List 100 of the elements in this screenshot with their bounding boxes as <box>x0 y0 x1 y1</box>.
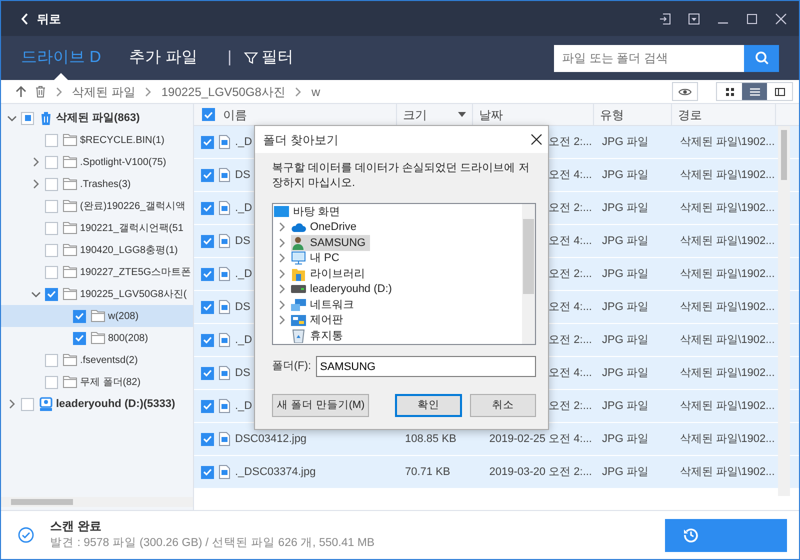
folder-field[interactable]: SAMSUNG <box>316 356 536 377</box>
checkbox[interactable] <box>21 112 34 124</box>
checkbox[interactable] <box>45 376 58 388</box>
tab[interactable]: 추가 파일 <box>129 36 198 80</box>
checkbox[interactable] <box>201 334 214 346</box>
column-header[interactable]: 경로 <box>672 104 776 125</box>
chevron-icon[interactable] <box>7 113 17 123</box>
scrollbar-thumb[interactable] <box>11 499 73 505</box>
tree-item[interactable]: 휴지통 <box>291 328 347 344</box>
tree-item[interactable]: 바탕 화면 <box>274 204 344 220</box>
chevron-icon[interactable] <box>293 86 304 98</box>
tree-item[interactable]: 내 PC <box>291 250 344 266</box>
checkbox[interactable] <box>45 134 58 146</box>
table-cell-text: 오전 4:... <box>548 234 592 249</box>
checkbox[interactable] <box>201 300 214 314</box>
scrollbar-thumb[interactable] <box>523 219 534 294</box>
checkbox[interactable] <box>45 178 58 190</box>
dialog-button[interactable]: 새 폴더 만들기(M) <box>272 394 369 417</box>
tree-item[interactable]: (완료)190226_갤럭시액 <box>1 195 193 217</box>
tree-item[interactable]: 190420_LGG8충평(1) <box>1 239 193 261</box>
close-icon[interactable] <box>531 134 542 145</box>
checkbox[interactable] <box>202 108 215 121</box>
chevron-icon[interactable] <box>277 268 287 280</box>
table-cell-text: ._D <box>235 134 252 150</box>
tree-item[interactable]: $RECYCLE.BIN(1) <box>1 129 193 151</box>
chevron-icon[interactable] <box>54 86 64 98</box>
tree-item[interactable]: .fseventsd(2) <box>1 349 193 371</box>
table-cell-text: 삭제된 파일\1902... <box>680 168 775 183</box>
checkbox[interactable] <box>73 310 86 322</box>
breadcrumb-item[interactable]: 190225_LGV50G8사진 <box>161 82 286 100</box>
checkbox[interactable] <box>21 398 34 410</box>
checkbox[interactable] <box>201 400 214 412</box>
checkbox[interactable] <box>45 288 58 300</box>
table-cell-text: ._D <box>235 398 252 414</box>
chevron-icon[interactable] <box>143 86 154 98</box>
recover-button[interactable] <box>665 518 787 552</box>
tree-item[interactable]: 네트워크 <box>291 296 358 313</box>
tree-item[interactable]: leaderyouhd (D:)(5333) <box>1 393 193 415</box>
checkbox[interactable] <box>73 332 86 344</box>
tree-item[interactable]: 제어판 <box>291 312 347 328</box>
checkbox[interactable] <box>45 200 58 212</box>
chevron-icon[interactable] <box>277 298 287 311</box>
chevron-icon[interactable] <box>277 283 287 296</box>
chevron-icon[interactable] <box>31 156 41 168</box>
maximize-icon[interactable] <box>746 12 758 24</box>
tree-item[interactable]: 190225_LGV50G8사진( <box>1 283 193 305</box>
tree-item[interactable]: leaderyouhd (D:) <box>291 281 396 298</box>
tree-item[interactable]: 190221_갤럭시언팩(51 <box>1 217 193 239</box>
view-toggle[interactable] <box>742 83 767 100</box>
chevron-icon[interactable] <box>31 289 41 299</box>
dropdown-icon[interactable] <box>688 12 700 24</box>
back-button[interactable]: 뒤로 <box>21 10 61 28</box>
chevron-icon[interactable] <box>277 221 287 234</box>
checkbox[interactable] <box>201 466 214 478</box>
chevron-icon[interactable] <box>31 178 41 190</box>
scrollbar[interactable] <box>522 204 535 344</box>
checkbox[interactable] <box>45 354 58 366</box>
table-cell-text: 2019-03-20 오전 2:... <box>489 464 592 480</box>
checkbox[interactable] <box>201 366 214 380</box>
up-arrow-icon[interactable] <box>15 85 27 98</box>
trash-icon[interactable] <box>35 85 46 98</box>
chevron-icon[interactable] <box>277 252 287 264</box>
dialog-button[interactable]: 확인 <box>395 394 462 417</box>
scrollbar[interactable] <box>778 126 790 496</box>
checkbox[interactable] <box>201 234 214 248</box>
tree-item[interactable]: w(208) <box>1 305 193 327</box>
tree-item[interactable]: .Spotlight-V100(75) <box>1 151 193 173</box>
checkbox[interactable] <box>201 168 214 182</box>
column-header[interactable]: 유형 <box>594 104 672 125</box>
tree-item[interactable]: 무제 폴더(82) <box>1 371 193 393</box>
tree-item[interactable]: SAMSUNG <box>291 234 370 251</box>
checkbox[interactable] <box>45 222 58 234</box>
sign-in-icon[interactable] <box>659 12 671 24</box>
scrollbar-thumb[interactable] <box>781 130 787 180</box>
tree-item[interactable]: 삭제된 파일(863) <box>1 107 193 129</box>
tree-item[interactable]: 라이브러리 <box>291 266 369 282</box>
checkbox[interactable] <box>201 432 214 446</box>
breadcrumb-item[interactable]: w <box>311 82 320 100</box>
chevron-icon[interactable] <box>7 398 17 410</box>
preview-button[interactable] <box>672 82 698 101</box>
scrollbar[interactable] <box>1 497 193 507</box>
checkbox[interactable] <box>201 202 214 214</box>
folder-icon <box>63 375 77 389</box>
checkbox[interactable] <box>45 156 58 168</box>
search-button[interactable] <box>744 44 779 72</box>
tree-item[interactable]: OneDrive <box>291 219 360 236</box>
tree-item[interactable]: 800(208) <box>1 327 193 349</box>
tree-item[interactable]: .Trashes(3) <box>1 173 193 195</box>
search-field[interactable]: 파일 또는 폴더 검색 <box>554 44 744 72</box>
checkbox[interactable] <box>45 244 58 256</box>
checkbox[interactable] <box>45 266 58 278</box>
chevron-icon[interactable] <box>277 314 287 326</box>
checkbox[interactable] <box>201 136 214 148</box>
dialog-button[interactable]: 취소 <box>470 394 536 417</box>
checkbox[interactable] <box>201 268 214 280</box>
table-cell-text: ._D <box>235 266 252 282</box>
breadcrumb-item[interactable]: 삭제된 파일 <box>72 82 136 100</box>
filter-button[interactable]: 필터 <box>244 46 294 70</box>
chevron-icon[interactable] <box>277 236 287 249</box>
tree-item[interactable]: 190227_ZTE5G스마트폰 <box>1 261 193 283</box>
